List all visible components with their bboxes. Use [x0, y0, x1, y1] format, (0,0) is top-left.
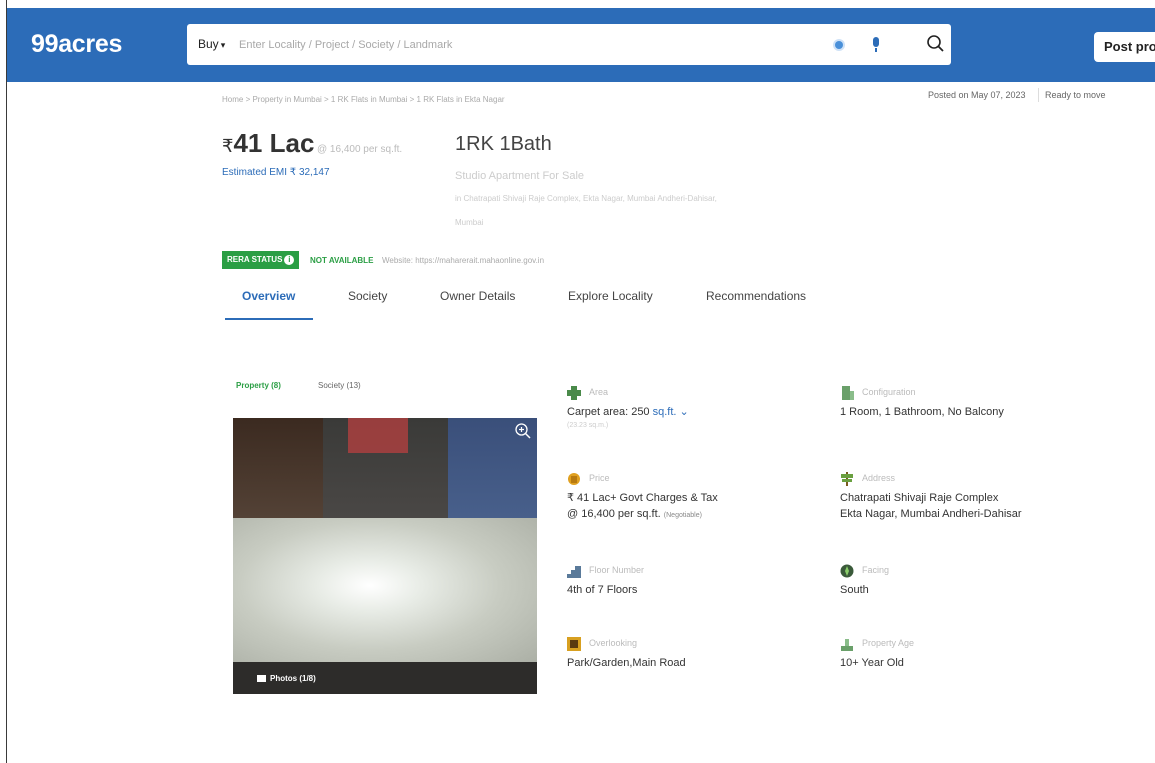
address-label: Address [862, 473, 896, 483]
post-property-button[interactable]: Post property [1094, 32, 1155, 62]
configuration-title: 1RK 1Bath [455, 133, 552, 155]
price-value-line2: @ 16,400 per sq.ft. (Negotiable) [567, 506, 702, 524]
search-bar: Buy ▾ [187, 24, 951, 65]
property-photo[interactable]: Photos (1/8) [233, 418, 537, 694]
detail-area: Area Carpet area: 250 sq.ft. ⌄ (23.23 sq… [567, 386, 807, 436]
tab-recommendations[interactable]: Recommendations [706, 289, 806, 303]
site-logo[interactable]: 99acres [31, 30, 122, 59]
detail-facing: Facing South [840, 564, 1080, 604]
price-label: Price [589, 473, 610, 483]
area-value: Carpet area: 250 sq.ft. ⌄ [567, 404, 689, 420]
zoom-in-icon[interactable] [514, 422, 532, 440]
info-icon[interactable]: i [284, 254, 295, 265]
section-tabs: Overview Society Owner Details Explore L… [222, 289, 842, 319]
area-label: Area [589, 387, 609, 397]
property-type: Studio Apartment For Sale [455, 170, 585, 182]
breadcrumb[interactable]: Home > Property in Mumbai > 1 RK Flats i… [222, 95, 505, 104]
configuration-label: Configuration [862, 387, 916, 397]
overlooking-label: Overlooking [589, 638, 638, 648]
price-value-line1: ₹ 41 Lac+ Govt Charges & Tax [567, 492, 718, 504]
building-icon [842, 386, 854, 400]
rera-website[interactable]: Website: https://maharerait.mahaonline.g… [382, 256, 544, 265]
chevron-down-icon: ▾ [220, 40, 226, 50]
buy-dropdown[interactable]: Buy ▾ [198, 37, 225, 51]
photo-window [348, 418, 408, 453]
compass-icon [840, 564, 854, 578]
rera-availability: NOT AVAILABLE [310, 256, 374, 265]
window-icon [567, 637, 581, 651]
search-icon[interactable] [925, 33, 947, 55]
overlooking-value: Park/Garden,Main Road [567, 657, 686, 669]
top-header: 99acres Buy▾ Post property [7, 8, 1155, 82]
price-value: 41 Lac [233, 128, 315, 158]
tab-owner-details[interactable]: Owner Details [440, 289, 515, 303]
property-age-icon [841, 639, 853, 651]
area-unit-label: sq.ft. [652, 406, 677, 418]
camera-icon [257, 675, 266, 682]
address-value-line2: Ekta Nagar, Mumbai Andheri-Dahisar [840, 508, 1022, 520]
frame-border [6, 0, 7, 763]
price-per-sqft: @ 16,400 per sq.ft. [317, 144, 403, 155]
emi-link[interactable]: Estimated EMI ₹ 32,147 [222, 167, 330, 178]
photo-floor [233, 518, 537, 668]
facing-label: Facing [862, 565, 890, 575]
detail-configuration: Configuration 1 Room, 1 Bathroom, No Bal… [840, 386, 1080, 426]
area-sqm: (23.23 sq.m.) [567, 422, 609, 429]
photos-count[interactable]: Photos (1/8) [257, 674, 316, 683]
address-line: in Chatrapati Shivaji Raje Complex, Ekta… [455, 194, 717, 203]
area-unit-dropdown[interactable]: sq.ft. ⌄ [653, 406, 689, 418]
stairs-icon [567, 566, 581, 578]
price-per-sqft-detail: @ 16,400 per sq.ft. [567, 508, 661, 520]
detail-price: Price ₹ 41 Lac+ Govt Charges & Tax @ 16,… [567, 472, 807, 532]
microphone-icon[interactable] [873, 37, 879, 52]
floor-value: 4th of 7 Floors [567, 584, 638, 596]
possession-status: Ready to move [1045, 90, 1106, 100]
area-icon [567, 386, 581, 400]
property-age-label: Property Age [862, 638, 915, 648]
detail-overlooking: Overlooking Park/Garden,Main Road [567, 637, 807, 677]
area-value-text: Carpet area: 250 [567, 406, 650, 418]
detail-address: Address Chatrapati Shivaji Raje Complex … [840, 472, 1100, 532]
detail-floor: Floor Number 4th of 7 Floors [567, 564, 807, 604]
property-age-value: 10+ Year Old [840, 657, 904, 669]
chevron-down-icon: ⌄ [679, 406, 689, 418]
address-city: Mumbai [455, 218, 484, 227]
tab-explore-locality[interactable]: Explore Locality [568, 289, 653, 303]
divider [1038, 88, 1039, 102]
negotiable-tag: (Negotiable) [663, 512, 702, 519]
location-icon[interactable] [835, 41, 843, 49]
search-input[interactable] [237, 34, 821, 56]
address-value-line1: Chatrapati Shivaji Raje Complex [840, 492, 999, 504]
buy-label: Buy [198, 37, 219, 51]
facing-value: South [840, 584, 869, 596]
price-tag-icon [568, 473, 580, 485]
active-tab-indicator [225, 318, 313, 320]
signpost-icon [841, 472, 853, 486]
tab-society[interactable]: Society [348, 289, 387, 303]
currency-symbol: ₹ [222, 136, 234, 156]
rera-status-badge[interactable]: RERA STATUS i [222, 251, 300, 269]
configuration-value: 1 Room, 1 Bathroom, No Balcony [840, 406, 1004, 418]
floor-label: Floor Number [589, 565, 645, 575]
photos-count-label: Photos (1/8) [270, 674, 316, 683]
price: ₹41 Lac [222, 128, 314, 159]
gallery-tab-property[interactable]: Property (8) [236, 381, 281, 390]
rera-badge-label: RERA STATUS [227, 255, 283, 264]
tab-overview[interactable]: Overview [242, 289, 295, 303]
posted-date: Posted on May 07, 2023 [928, 90, 1026, 100]
detail-property-age: Property Age 10+ Year Old [840, 637, 1080, 677]
gallery-tab-society[interactable]: Society (13) [318, 381, 361, 390]
